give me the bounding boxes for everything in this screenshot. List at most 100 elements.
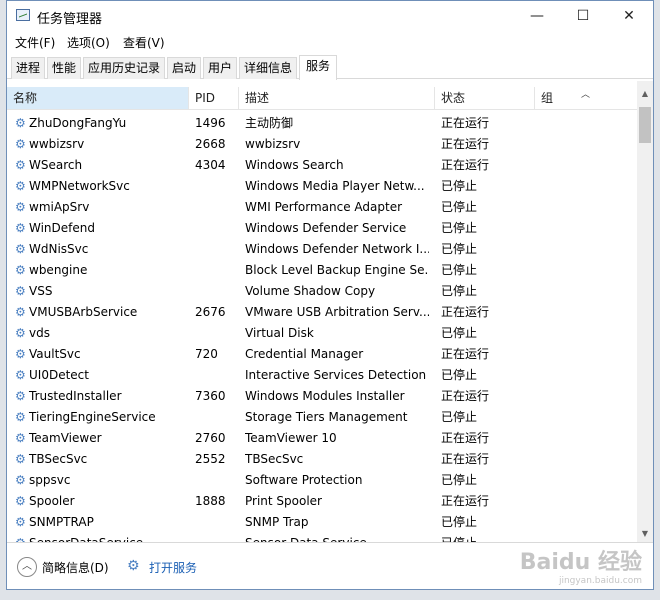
tab-bar: 进程 性能 应用历史记录 启动 用户 详细信息 服务: [7, 53, 653, 80]
table-body: ⚙ ZhuDongFangYu 1496 主动防御 正在运行 ⚙ wwbizsrv 2668 w…: [7, 113, 637, 543]
table-row[interactable]: ⚙ vds Virtual Disk 已停止: [7, 323, 637, 344]
service-description: Software Protection: [245, 473, 363, 487]
table-row[interactable]: ⚙ TBSecSvc 2552 TBSecSvc 正在运行: [7, 449, 637, 470]
column-header-name[interactable]: 名称: [7, 87, 189, 109]
service-gear-icon: ⚙: [15, 263, 26, 277]
service-status: 已停止: [441, 536, 478, 543]
tab-services[interactable]: 服务: [299, 55, 337, 80]
table-row[interactable]: ⚙ wwbizsrv 2668 wwbizsrv 正在运行: [7, 134, 637, 155]
service-description: Print Spooler: [245, 494, 322, 508]
service-name: ⚙ TeamViewer: [15, 428, 191, 449]
service-description: Block Level Backup Engine Se...: [245, 263, 429, 277]
watermark-url: jingyan.baidu.com: [558, 576, 642, 586]
service-description: SNMP Trap: [245, 515, 309, 529]
service-gear-icon: ⚙: [15, 284, 26, 298]
table-row[interactable]: ⚙ TieringEngineService Storage Tiers Manag…: [7, 407, 637, 428]
table-row[interactable]: ⚙ SNMPTRAP SNMP Trap 已停止: [7, 512, 637, 533]
service-name: ⚙ sppsvc: [15, 470, 191, 491]
table-row[interactable]: ⚙ WinDefend Windows Defender Service 已停止: [7, 218, 637, 239]
collapse-details-icon[interactable]: ︿: [17, 557, 37, 577]
column-header-pid[interactable]: PID: [189, 87, 239, 109]
service-description: Sensor Data Service: [245, 536, 367, 543]
service-gear-icon: ⚙: [15, 158, 26, 172]
service-pid: [195, 323, 239, 344]
less-details-link[interactable]: 简略信息(D): [42, 559, 109, 576]
service-name-text: WSearch: [29, 158, 83, 172]
service-group: [541, 365, 631, 386]
title-bar[interactable]: 任务管理器 — ☐ ✕: [7, 1, 653, 31]
scroll-down-icon[interactable]: ▼: [637, 529, 653, 541]
service-pid: 1496: [195, 116, 226, 130]
service-status: 已停止: [441, 179, 478, 193]
service-name: ⚙ SNMPTRAP: [15, 512, 191, 533]
service-gear-icon: ⚙: [15, 221, 26, 235]
column-header-description[interactable]: 描述: [239, 87, 435, 109]
table-row[interactable]: ⚙ wmiApSrv WMI Performance Adapter 已停止: [7, 197, 637, 218]
table-row[interactable]: ⚙ TrustedInstaller 7360 Windows Modules Ins…: [7, 386, 637, 407]
table-row[interactable]: ⚙ VaultSvc 720 Credential Manager 正在运行: [7, 344, 637, 365]
service-name-text: wmiApSrv: [29, 200, 90, 214]
table-row[interactable]: ⚙ VSS Volume Shadow Copy 已停止: [7, 281, 637, 302]
service-name: ⚙ TBSecSvc: [15, 449, 191, 470]
open-services-link[interactable]: 打开服务: [149, 559, 197, 576]
maximize-button[interactable]: ☐: [560, 1, 606, 31]
tab-users[interactable]: 用户: [203, 57, 237, 79]
service-pid: [195, 533, 239, 542]
service-name: ⚙ TieringEngineService: [15, 407, 191, 428]
services-gear-icon[interactable]: ⚙: [127, 558, 140, 574]
table-row[interactable]: ⚙ WdNisSvc Windows Defender Network I... 已停…: [7, 239, 637, 260]
service-pid: [195, 260, 239, 281]
service-description: Windows Media Player Netw...: [245, 179, 425, 193]
table-row[interactable]: ⚙ VMUSBArbService 2676 VMware USB Arbitrati…: [7, 302, 637, 323]
service-name: ⚙ WMPNetworkSvc: [15, 176, 191, 197]
service-name-text: vds: [29, 326, 50, 340]
table-row[interactable]: ⚙ wbengine Block Level Backup Engine Se...…: [7, 260, 637, 281]
service-description: WMI Performance Adapter: [245, 200, 403, 214]
table-row[interactable]: ⚙ SensorDataService Sensor Data Service 已停止: [7, 533, 637, 543]
service-group: [541, 302, 631, 323]
service-status: 正在运行: [441, 494, 490, 508]
service-group: [541, 512, 631, 533]
table-row[interactable]: ⚙ TeamViewer 2760 TeamViewer 10 正在运行: [7, 428, 637, 449]
service-group: [541, 197, 631, 218]
tab-app-history[interactable]: 应用历史记录: [83, 57, 165, 79]
service-group: [541, 155, 631, 176]
scrollbar-thumb[interactable]: [639, 107, 651, 143]
table-row[interactable]: ⚙ sppsvc Software Protection 已停止: [7, 470, 637, 491]
close-button[interactable]: ✕: [606, 1, 652, 31]
service-gear-icon: ⚙: [15, 200, 26, 214]
table-row[interactable]: ⚙ Spooler 1888 Print Spooler 正在运行: [7, 491, 637, 512]
table-row[interactable]: ⚙ WMPNetworkSvc Windows Media Player Netw.…: [7, 176, 637, 197]
service-status: 已停止: [441, 410, 478, 424]
service-gear-icon: ⚙: [15, 179, 26, 193]
menu-view[interactable]: 查看(V): [123, 34, 165, 51]
table-header: 名称 PID 描述 状态 组 ︿: [7, 87, 637, 110]
table-row[interactable]: ⚙ UI0Detect Interactive Services Detection…: [7, 365, 637, 386]
vertical-scrollbar[interactable]: ▲ ▼: [637, 81, 653, 542]
tab-details[interactable]: 详细信息: [239, 57, 297, 79]
service-gear-icon: ⚙: [15, 473, 26, 487]
service-pid: 2668: [195, 137, 226, 151]
tab-startup[interactable]: 启动: [167, 57, 201, 79]
minimize-button[interactable]: —: [514, 1, 560, 31]
service-description: wwbizsrv: [245, 137, 301, 151]
window-title: 任务管理器: [37, 12, 103, 27]
menu-options[interactable]: 选项(O): [67, 34, 110, 51]
table-row[interactable]: ⚙ ZhuDongFangYu 1496 主动防御 正在运行: [7, 113, 637, 134]
scroll-up-icon[interactable]: ▲: [637, 89, 653, 101]
service-pid: 1888: [195, 494, 226, 508]
service-gear-icon: ⚙: [15, 389, 26, 403]
service-name-text: WdNisSvc: [29, 242, 89, 256]
menu-bar: 文件(F) 选项(O) 查看(V): [7, 31, 653, 53]
tab-processes[interactable]: 进程: [11, 57, 45, 79]
tab-performance[interactable]: 性能: [47, 57, 81, 79]
table-row[interactable]: ⚙ WSearch 4304 Windows Search 正在运行: [7, 155, 637, 176]
column-header-status[interactable]: 状态: [435, 87, 535, 109]
service-name-text: ZhuDongFangYu: [29, 116, 127, 130]
service-name: ⚙ UI0Detect: [15, 365, 191, 386]
service-status: 已停止: [441, 200, 478, 214]
service-status: 正在运行: [441, 305, 490, 319]
service-name: ⚙ wmiApSrv: [15, 197, 191, 218]
menu-file[interactable]: 文件(F): [15, 34, 55, 51]
service-group: [541, 386, 631, 407]
